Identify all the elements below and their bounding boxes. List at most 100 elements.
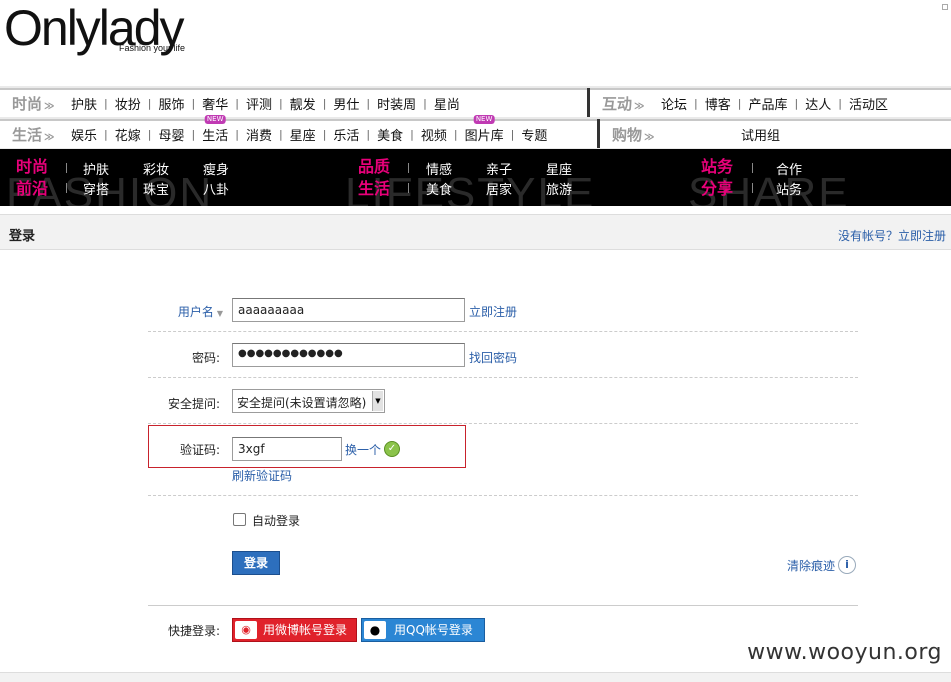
divider [148,495,858,496]
nav-item[interactable]: 花嫁 [108,125,148,144]
band-separator [752,163,753,173]
band-link[interactable]: 星座 [546,159,572,178]
nav-item[interactable]: 消费 [239,125,279,144]
nav-item[interactable]: 产品库 [741,94,794,113]
page: Onlylady Fashion your life 时尚 ≫ 护肤 | 妆扮 | 服饰 |… [0,0,951,682]
refresh-captcha-link[interactable]: 刷新验证码 [232,467,292,484]
nav-item[interactable]: 乐活 [326,125,366,144]
nav-row2-left-links: 娱乐 | 花嫁 | 母婴 | 生活 NEW | 消费 | 星座 | 乐活 | 美食 | 视频 | 图片库 NEW | 专题 [64,115,554,144]
nav-item[interactable]: 星座 [283,125,323,144]
band-link[interactable]: 护肤 [83,159,109,178]
nav-item[interactable]: 母婴 [151,125,191,144]
footer-bar [0,672,951,682]
band-link[interactable]: 珠宝 [143,179,169,198]
security-question-select[interactable]: 安全提问(未设置请忽略) ▼ [232,389,385,413]
nav-label-life[interactable]: 生活 ≫ [0,124,64,145]
register-link[interactable]: 没有帐号？立即注册 [838,227,946,244]
nav-item[interactable]: 男仕 [326,94,366,113]
new-badge: NEW [204,115,226,124]
site-logo[interactable]: Onlylady Fashion your life [4,0,186,56]
band-link[interactable]: 彩妆 [143,159,169,178]
register-now-link[interactable]: 立即注册 [469,303,517,320]
nav-item[interactable]: 视频 [414,125,454,144]
category-band: FASHION LIFESTYLE SHARE 时尚 前沿 护肤 穿搭 彩妆 珠… [0,149,951,206]
band-separator [66,183,67,193]
nav-item[interactable]: 图片库 NEW [458,115,511,144]
password-input[interactable]: ●●●●●●●●●●●● [232,343,465,367]
nav-item[interactable]: 专题 [514,125,554,144]
nav-item[interactable]: 达人 [798,94,838,113]
band-separator [408,183,409,193]
nav-row2-left: 生活 ≫ 娱乐 | 花嫁 | 母婴 | 生活 NEW | 消费 | 星座 | 乐活 | 美食 | 视频 | 图片库 NEW… [0,115,597,148]
check-success-icon: ✓ [384,441,400,457]
nav-item[interactable]: 时装周 [370,94,423,113]
nav-label-interact[interactable]: 互动 ≫ [590,93,654,114]
forgot-password-link[interactable]: 找回密码 [469,349,517,366]
band-separator [752,183,753,193]
band-link[interactable]: 亲子 [486,159,512,178]
username-label[interactable]: 用户名 ▼ [103,303,223,320]
login-title-bar: 登录 没有帐号？立即注册 [0,214,951,250]
band-link[interactable]: 八卦 [203,179,229,198]
qq-penguin-icon: ● [364,621,386,639]
nav-item[interactable]: 服饰 [151,94,191,113]
captcha-change-link[interactable]: 换一个 [345,441,381,458]
band-link[interactable]: 站务 [776,179,802,198]
nav-row1-left: 时尚 ≫ 护肤 | 妆扮 | 服饰 | 奢华 | 评测 | 靓发 | 男仕 | 时装周 | 星尚 [0,88,587,117]
nav-item[interactable]: 星尚 [427,94,467,113]
nav-item[interactable]: 娱乐 [64,125,104,144]
auto-login-label[interactable]: 自动登录 [252,512,300,529]
nav-item[interactable]: 论坛 [654,94,694,113]
band-link[interactable]: 合作 [776,159,802,178]
watermark: www.wooyun.org [747,640,942,665]
band-link[interactable]: 旅游 [546,179,572,198]
logo-tagline: Fashion your life [119,43,186,53]
nav-item[interactable]: 活动区 [842,94,895,113]
double-chevron-icon: ≫ [44,132,55,143]
quick-login-label: 快捷登录: [167,624,220,638]
band-head-share[interactable]: 站务 分享 [701,156,733,200]
username-input[interactable]: aaaaaaaaa [232,298,465,322]
divider [148,605,858,606]
page-title: 登录 [9,229,36,244]
nav-item[interactable]: 护肤 [64,94,104,113]
new-badge: NEW [473,115,495,124]
security-question-label: 安全提问: [167,397,220,411]
divider [148,377,858,378]
nav-item[interactable]: 奢华 [195,94,235,113]
band-head-fashion[interactable]: 时尚 前沿 [16,156,48,200]
double-chevron-icon: ≫ [634,101,645,112]
nav-item[interactable]: 评测 [239,94,279,113]
band-link[interactable]: 瘦身 [203,159,229,178]
nav-item[interactable]: 生活 NEW [195,115,235,144]
band-link[interactable]: 居家 [486,179,512,198]
nav-label-shopping[interactable]: 购物 ≫ [600,124,664,145]
nav-item[interactable]: 试用组 [734,125,787,144]
clear-traces-link[interactable]: 清除痕迹 [787,557,835,574]
divider [148,331,858,332]
info-icon[interactable]: i [838,556,856,574]
band-separator [66,163,67,173]
double-chevron-icon: ≫ [644,132,655,143]
captcha-label: 验证码: [179,443,220,457]
nav-item[interactable]: 妆扮 [108,94,148,113]
double-chevron-icon: ≫ [44,101,55,112]
nav-item[interactable]: 靓发 [283,94,323,113]
corner-box-icon [942,4,948,10]
login-button[interactable]: 登录 [232,551,280,575]
nav-row2-right-links: 试用组 [734,125,787,144]
weibo-login-button[interactable]: ◉ 用微博帐号登录 [232,618,357,642]
nav-row1-right: 互动 ≫ 论坛 | 博客 | 产品库 | 达人 | 活动区 [590,88,951,117]
captcha-input[interactable]: 3xgf [232,437,342,461]
nav-label-fashion[interactable]: 时尚 ≫ [0,93,64,114]
band-link[interactable]: 穿搭 [83,179,109,198]
qq-login-button[interactable]: ● 用QQ帐号登录 [361,618,485,642]
auto-login-checkbox[interactable] [233,513,246,526]
band-link[interactable]: 情感 [426,159,452,178]
nav-item[interactable]: 美食 [370,125,410,144]
band-separator [408,163,409,173]
band-link[interactable]: 美食 [426,179,452,198]
nav-item[interactable]: 博客 [698,94,738,113]
band-head-life[interactable]: 品质 生活 [358,156,390,200]
caret-down-icon: ▼ [216,309,223,318]
